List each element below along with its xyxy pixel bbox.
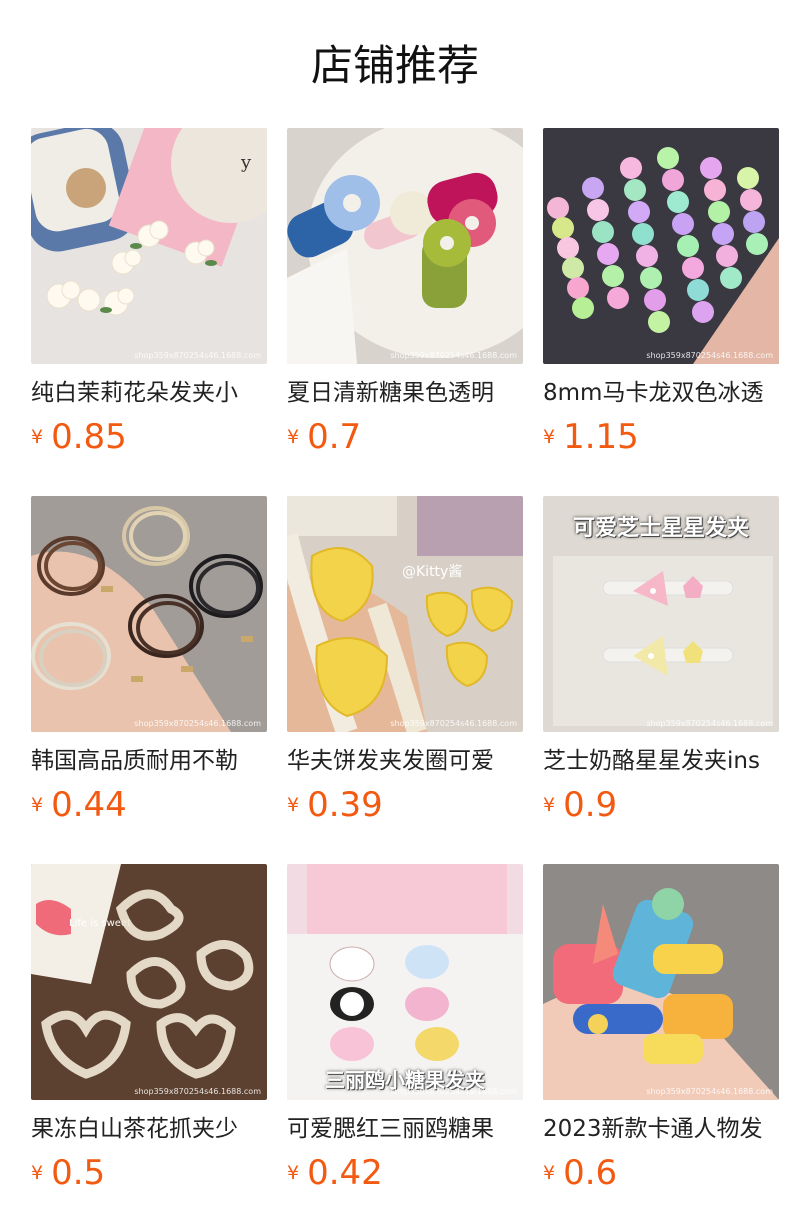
product-title[interactable]: 果冻白山茶花抓夹少 bbox=[31, 1112, 267, 1146]
product-title[interactable]: 华夫饼发夹发圈可爱 bbox=[287, 744, 523, 778]
product-price: ¥0.7 bbox=[287, 417, 361, 461]
price-value: 0.7 bbox=[307, 417, 362, 457]
overlay-label: @Kitty酱 bbox=[402, 564, 462, 580]
currency-symbol: ¥ bbox=[31, 426, 44, 448]
watermark-text: shop359x870254s46.1688.com bbox=[390, 719, 517, 728]
price-value: 1.15 bbox=[563, 417, 639, 457]
overlay-label: 可爱芝士星星发夹 bbox=[572, 516, 749, 541]
product-price: ¥1.15 bbox=[543, 417, 639, 461]
product-image[interactable]: shop359x870254s46.1688.com bbox=[31, 496, 267, 732]
product-card[interactable]: shop359x870254s46.1688.com 韩国高品质耐用不勒 ¥0.… bbox=[31, 496, 267, 836]
product-image[interactable]: y shop359x870254s46.1688.com bbox=[31, 128, 267, 364]
product-card[interactable]: y shop359x870254s46.1688.com 纯白茉莉花朵发夹小 ¥… bbox=[31, 128, 267, 468]
product-price: ¥0.6 bbox=[543, 1153, 617, 1197]
currency-symbol: ¥ bbox=[543, 1162, 556, 1184]
product-image[interactable]: Life is sweet shop359x870254s46.1688.com bbox=[31, 864, 267, 1100]
product-card[interactable]: shop359x870254s46.1688.com 夏日清新糖果色透明 ¥0.… bbox=[287, 128, 523, 468]
product-card[interactable]: 三丽鸥小糖果发夹 shop359x870254s46.1688.com 可爱腮红… bbox=[287, 864, 523, 1204]
currency-symbol: ¥ bbox=[287, 1162, 300, 1184]
product-price: ¥0.85 bbox=[31, 417, 127, 461]
product-card[interactable]: shop359x870254s46.1688.com 8mm马卡龙双色冰透 ¥1… bbox=[543, 128, 779, 468]
watermark-text: shop359x870254s46.1688.com bbox=[646, 719, 773, 728]
product-price: ¥0.44 bbox=[31, 785, 127, 829]
watermark-text: shop359x870254s46.1688.com bbox=[646, 1087, 773, 1096]
product-price: ¥0.9 bbox=[543, 785, 617, 829]
product-card[interactable]: @Kitty酱 shop359x870254s46.1688.com 华夫饼发夹… bbox=[287, 496, 523, 836]
product-card[interactable]: shop359x870254s46.1688.com 2023新款卡通人物发 ¥… bbox=[543, 864, 779, 1204]
currency-symbol: ¥ bbox=[287, 794, 300, 816]
price-value: 0.44 bbox=[51, 785, 127, 825]
product-title[interactable]: 芝士奶酪星星发夹ins bbox=[543, 744, 779, 778]
product-card[interactable]: 可爱芝士星星发夹 shop359x870254s46.1688.com 芝士奶酪… bbox=[543, 496, 779, 836]
currency-symbol: ¥ bbox=[31, 794, 44, 816]
product-image[interactable]: shop359x870254s46.1688.com bbox=[287, 128, 523, 364]
product-image[interactable]: @Kitty酱 shop359x870254s46.1688.com bbox=[287, 496, 523, 732]
watermark-text: shop359x870254s46.1688.com bbox=[134, 719, 261, 728]
price-value: 0.5 bbox=[51, 1153, 106, 1193]
product-image[interactable]: shop359x870254s46.1688.com bbox=[543, 128, 779, 364]
svg-text:y: y bbox=[240, 152, 252, 173]
product-title[interactable]: 可爱腮红三丽鸥糖果 bbox=[287, 1112, 523, 1146]
product-image[interactable]: 可爱芝士星星发夹 shop359x870254s46.1688.com bbox=[543, 496, 779, 732]
price-value: 0.6 bbox=[563, 1153, 618, 1193]
product-title[interactable]: 夏日清新糖果色透明 bbox=[287, 376, 523, 410]
product-card[interactable]: Life is sweet shop359x870254s46.1688.com… bbox=[31, 864, 267, 1204]
product-title[interactable]: 2023新款卡通人物发 bbox=[543, 1112, 779, 1146]
price-value: 0.85 bbox=[51, 417, 127, 457]
price-value: 0.39 bbox=[307, 785, 383, 825]
watermark-text: shop359x870254s46.1688.com bbox=[646, 351, 773, 360]
product-title[interactable]: 韩国高品质耐用不勒 bbox=[31, 744, 267, 778]
product-price: ¥0.39 bbox=[287, 785, 383, 829]
product-title[interactable]: 纯白茉莉花朵发夹小 bbox=[31, 376, 267, 410]
product-price: ¥0.5 bbox=[31, 1153, 105, 1197]
watermark-text: shop359x870254s46.1688.com bbox=[390, 1087, 517, 1096]
watermark-text: shop359x870254s46.1688.com bbox=[390, 351, 517, 360]
currency-symbol: ¥ bbox=[543, 426, 556, 448]
price-value: 0.42 bbox=[307, 1153, 383, 1193]
currency-symbol: ¥ bbox=[543, 794, 556, 816]
watermark-text: shop359x870254s46.1688.com bbox=[134, 351, 261, 360]
product-title[interactable]: 8mm马卡龙双色冰透 bbox=[543, 376, 779, 410]
product-price: ¥0.42 bbox=[287, 1153, 383, 1197]
product-image[interactable]: shop359x870254s46.1688.com bbox=[543, 864, 779, 1100]
watermark-text: shop359x870254s46.1688.com bbox=[134, 1087, 261, 1096]
currency-symbol: ¥ bbox=[31, 1162, 44, 1184]
product-image[interactable]: 三丽鸥小糖果发夹 shop359x870254s46.1688.com bbox=[287, 864, 523, 1100]
currency-symbol: ¥ bbox=[287, 426, 300, 448]
page-title: 店铺推荐 bbox=[310, 41, 479, 90]
price-value: 0.9 bbox=[563, 785, 618, 825]
